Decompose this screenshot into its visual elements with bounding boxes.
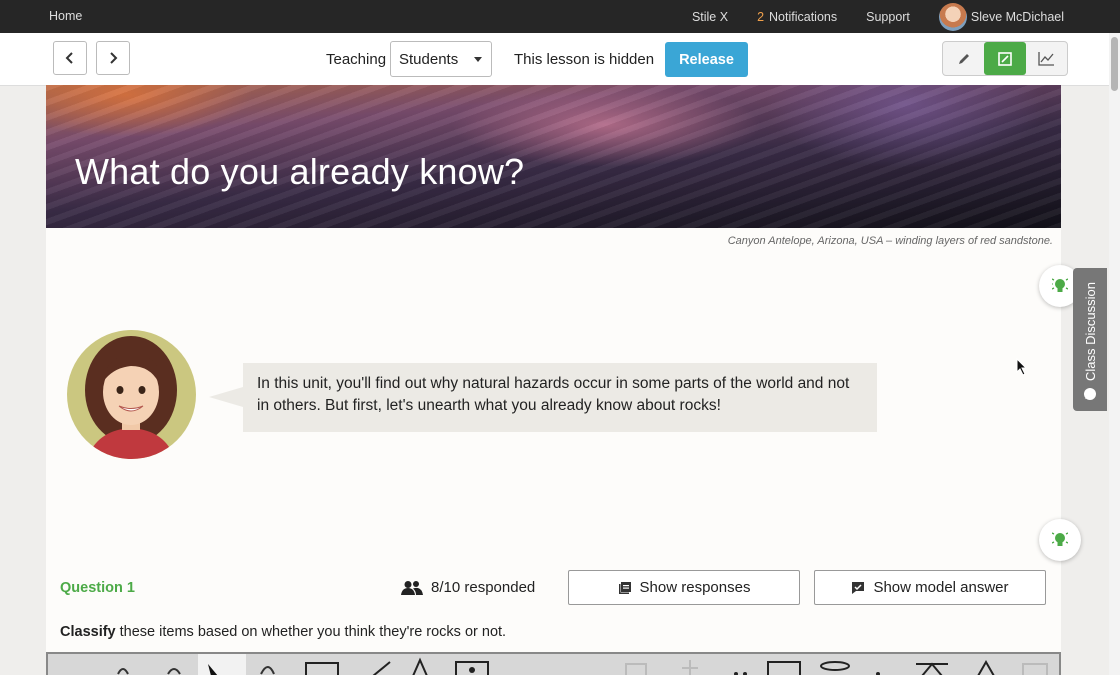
responded-count: 8/10 responded (401, 579, 535, 596)
top-nav-right: Stile X 2 Notifications Support Sleve Mc… (663, 0, 1064, 33)
scrollbar-thumb[interactable] (1111, 37, 1118, 91)
teacher-illustration (85, 336, 177, 459)
present-view-button[interactable] (984, 42, 1026, 75)
instruction-rest: these items based on whether you think t… (115, 624, 507, 640)
user-menu[interactable]: Sleve McDichael (938, 2, 1064, 31)
intro-speech-bubble: In this unit, you'll find out why natura… (209, 363, 877, 432)
class-discussion-tab[interactable]: Class Discussion (1073, 268, 1107, 411)
hint-lightbulb-button-2[interactable] (1039, 519, 1081, 561)
chevron-left-icon (65, 52, 73, 64)
page-title: What do you already know? (75, 151, 525, 192)
home-link[interactable]: Home (49, 9, 82, 23)
chat-bubble-icon (1084, 388, 1096, 400)
hero-caption: Canyon Antelope, Arizona, USA – winding … (727, 235, 1053, 247)
audience-selected-value: Students (399, 51, 459, 68)
drawing-tools-icons (117, 657, 1048, 675)
notifications-label: Notifications (769, 9, 838, 24)
edit-view-button[interactable] (943, 42, 984, 75)
stile-x-link[interactable]: Stile X (692, 10, 728, 24)
responses-icon (618, 581, 631, 594)
caret-down-icon (474, 57, 482, 62)
hero-banner: What do you already know? (46, 85, 1061, 228)
model-answer-icon (852, 581, 865, 594)
show-model-answer-button[interactable]: Show model answer (814, 570, 1046, 605)
show-model-answer-label: Show model answer (873, 579, 1009, 596)
question-label: Question 1 (60, 580, 135, 596)
page-scrollbar[interactable] (1109, 33, 1120, 675)
lesson-content: What do you already know? Canyon Antelop… (46, 85, 1061, 675)
chevron-right-icon (110, 52, 118, 64)
user-avatar (938, 2, 967, 31)
question-instruction: Classify these items based on whether yo… (60, 624, 506, 640)
show-responses-button[interactable]: Show responses (568, 570, 800, 605)
responded-text: 8/10 responded (431, 579, 536, 596)
teacher-avatar (67, 330, 196, 459)
lesson-visibility-status: This lesson is hidden (514, 51, 655, 68)
line-chart-icon (1038, 51, 1055, 66)
support-link[interactable]: Support (866, 10, 910, 24)
pencil-icon (958, 53, 969, 64)
mouse-cursor-icon (1016, 358, 1028, 376)
notifications-link[interactable]: 2 Notifications (757, 10, 837, 24)
instruction-bold: Classify (60, 624, 116, 640)
view-mode-group (942, 41, 1068, 76)
previous-button[interactable] (53, 41, 87, 75)
class-discussion-text: Class Discussion (1082, 282, 1098, 381)
release-button[interactable]: Release (665, 42, 748, 77)
teaching-label: Teaching (326, 51, 387, 68)
notifications-count: 2 (757, 9, 765, 24)
lightbulb-icon (1052, 532, 1068, 546)
user-name: Sleve McDichael (970, 9, 1064, 24)
present-icon (998, 51, 1012, 66)
analytics-view-button[interactable] (1026, 42, 1067, 75)
audience-select[interactable]: Students (390, 41, 492, 77)
lesson-toolbar: Teaching Students This lesson is hidden … (0, 33, 1109, 86)
users-icon (401, 580, 423, 595)
show-responses-label: Show responses (639, 579, 751, 596)
drawing-toolbar (46, 652, 1061, 675)
top-nav: Home Stile X 2 Notifications Support Sle… (0, 0, 1120, 33)
next-button[interactable] (96, 41, 130, 75)
lightbulb-icon (1052, 277, 1068, 292)
